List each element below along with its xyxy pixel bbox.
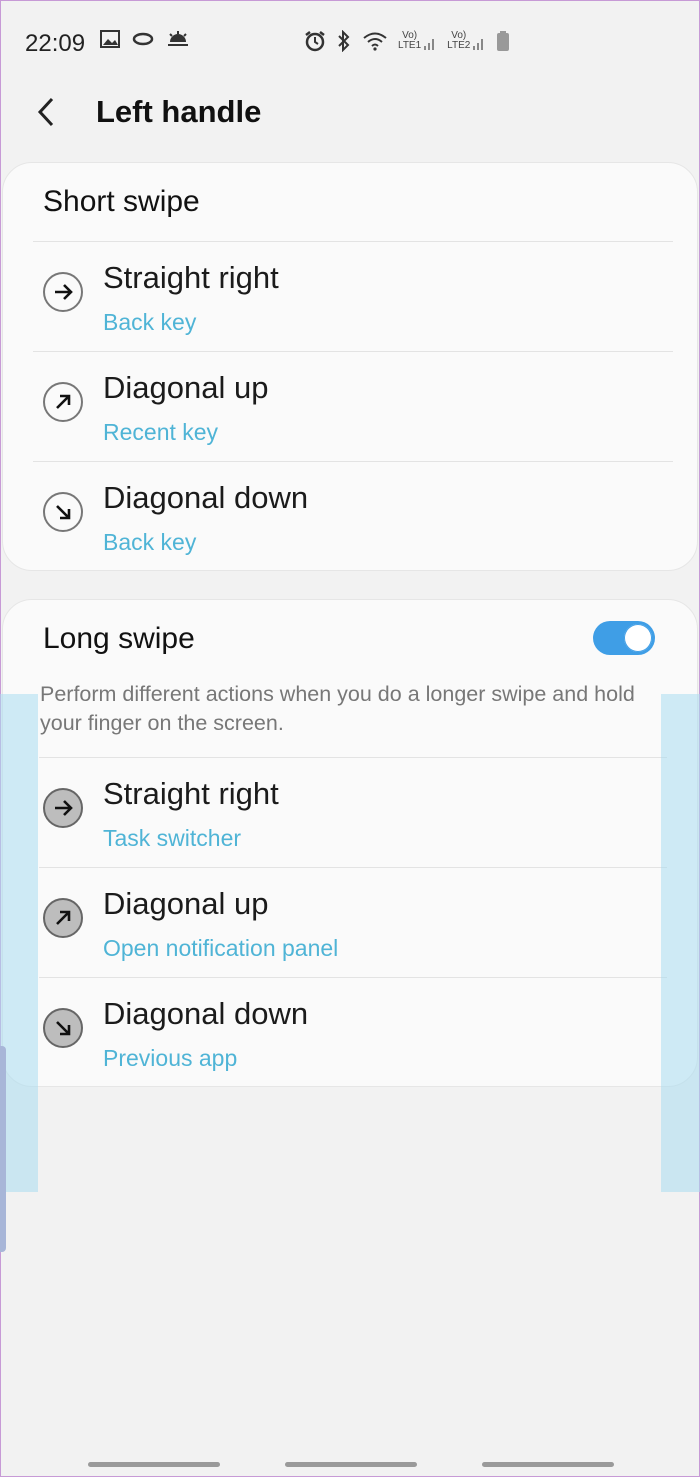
short-swipe-item-straight-right[interactable]: Straight right Back key <box>33 241 673 352</box>
link-icon <box>132 32 154 46</box>
back-arrow-icon[interactable] <box>32 96 62 128</box>
status-left-icons <box>100 30 190 48</box>
item-value: Previous app <box>103 1045 238 1071</box>
long-swipe-item-diagonal-down[interactable]: Diagonal down Previous app <box>39 977 667 1088</box>
weather-icon <box>168 31 188 46</box>
arrow-down-right-icon <box>43 1008 83 1048</box>
status-right-icons: Vo) LTE1 Vo) LTE2 <box>304 30 510 52</box>
item-label: Straight right <box>103 260 279 295</box>
item-value: Task switcher <box>103 825 242 851</box>
short-swipe-card: Short swipe Straight right Back key Diag… <box>2 162 698 571</box>
arrow-right-icon <box>43 272 83 312</box>
page-title: Left handle <box>96 94 262 129</box>
toggle-knob <box>624 624 652 652</box>
long-swipe-toggle[interactable] <box>593 621 655 655</box>
long-swipe-item-diagonal-up[interactable]: Diagonal up Open notification panel <box>39 867 667 978</box>
handle-area-right <box>661 694 700 1192</box>
long-swipe-description: Perform different actions when you do a … <box>40 682 635 735</box>
item-label: Diagonal up <box>103 886 269 921</box>
nav-hint-home[interactable] <box>285 1462 417 1467</box>
sim1-label: LTE1 <box>398 40 422 51</box>
status-time: 22:09 <box>25 30 86 57</box>
nav-hint-right[interactable] <box>482 1462 614 1467</box>
short-swipe-title: Short swipe <box>43 185 200 218</box>
item-label: Diagonal down <box>103 996 309 1031</box>
sim2-label: LTE2 <box>447 40 471 51</box>
wifi-icon <box>363 32 387 51</box>
arrow-down-right-icon <box>43 492 83 532</box>
arrow-up-right-icon <box>43 382 83 422</box>
short-swipe-item-diagonal-down[interactable]: Diagonal down Back key <box>33 461 673 572</box>
edge-handle[interactable] <box>0 1046 6 1252</box>
item-label: Diagonal down <box>103 480 309 515</box>
sim1-indicator: Vo) LTE1 <box>398 31 437 51</box>
item-value: Recent key <box>103 419 219 445</box>
item-value: Open notification panel <box>103 935 339 961</box>
signal-icon <box>473 39 484 50</box>
short-swipe-item-diagonal-up[interactable]: Diagonal up Recent key <box>33 351 673 462</box>
long-swipe-title: Long swipe <box>43 622 195 655</box>
status-bar: 22:09 Vo) LTE1 Vo) LTE2 <box>0 0 700 86</box>
battery-icon <box>497 31 510 51</box>
bluetooth-icon <box>338 30 350 52</box>
nav-hint-left[interactable] <box>88 1462 220 1467</box>
sim2-indicator: Vo) LTE2 <box>447 31 486 51</box>
arrow-up-right-icon <box>43 898 83 938</box>
arrow-right-icon <box>43 788 83 828</box>
item-label: Straight right <box>103 776 279 811</box>
long-swipe-item-straight-right[interactable]: Straight right Task switcher <box>39 757 667 868</box>
item-value: Back key <box>103 309 197 335</box>
item-label: Diagonal up <box>103 370 269 405</box>
gallery-icon <box>100 30 120 48</box>
item-value: Back key <box>103 529 197 555</box>
alarm-icon <box>305 31 325 52</box>
signal-icon <box>424 39 435 50</box>
long-swipe-card: Long swipe Straight right Task switcher … <box>2 599 698 1087</box>
